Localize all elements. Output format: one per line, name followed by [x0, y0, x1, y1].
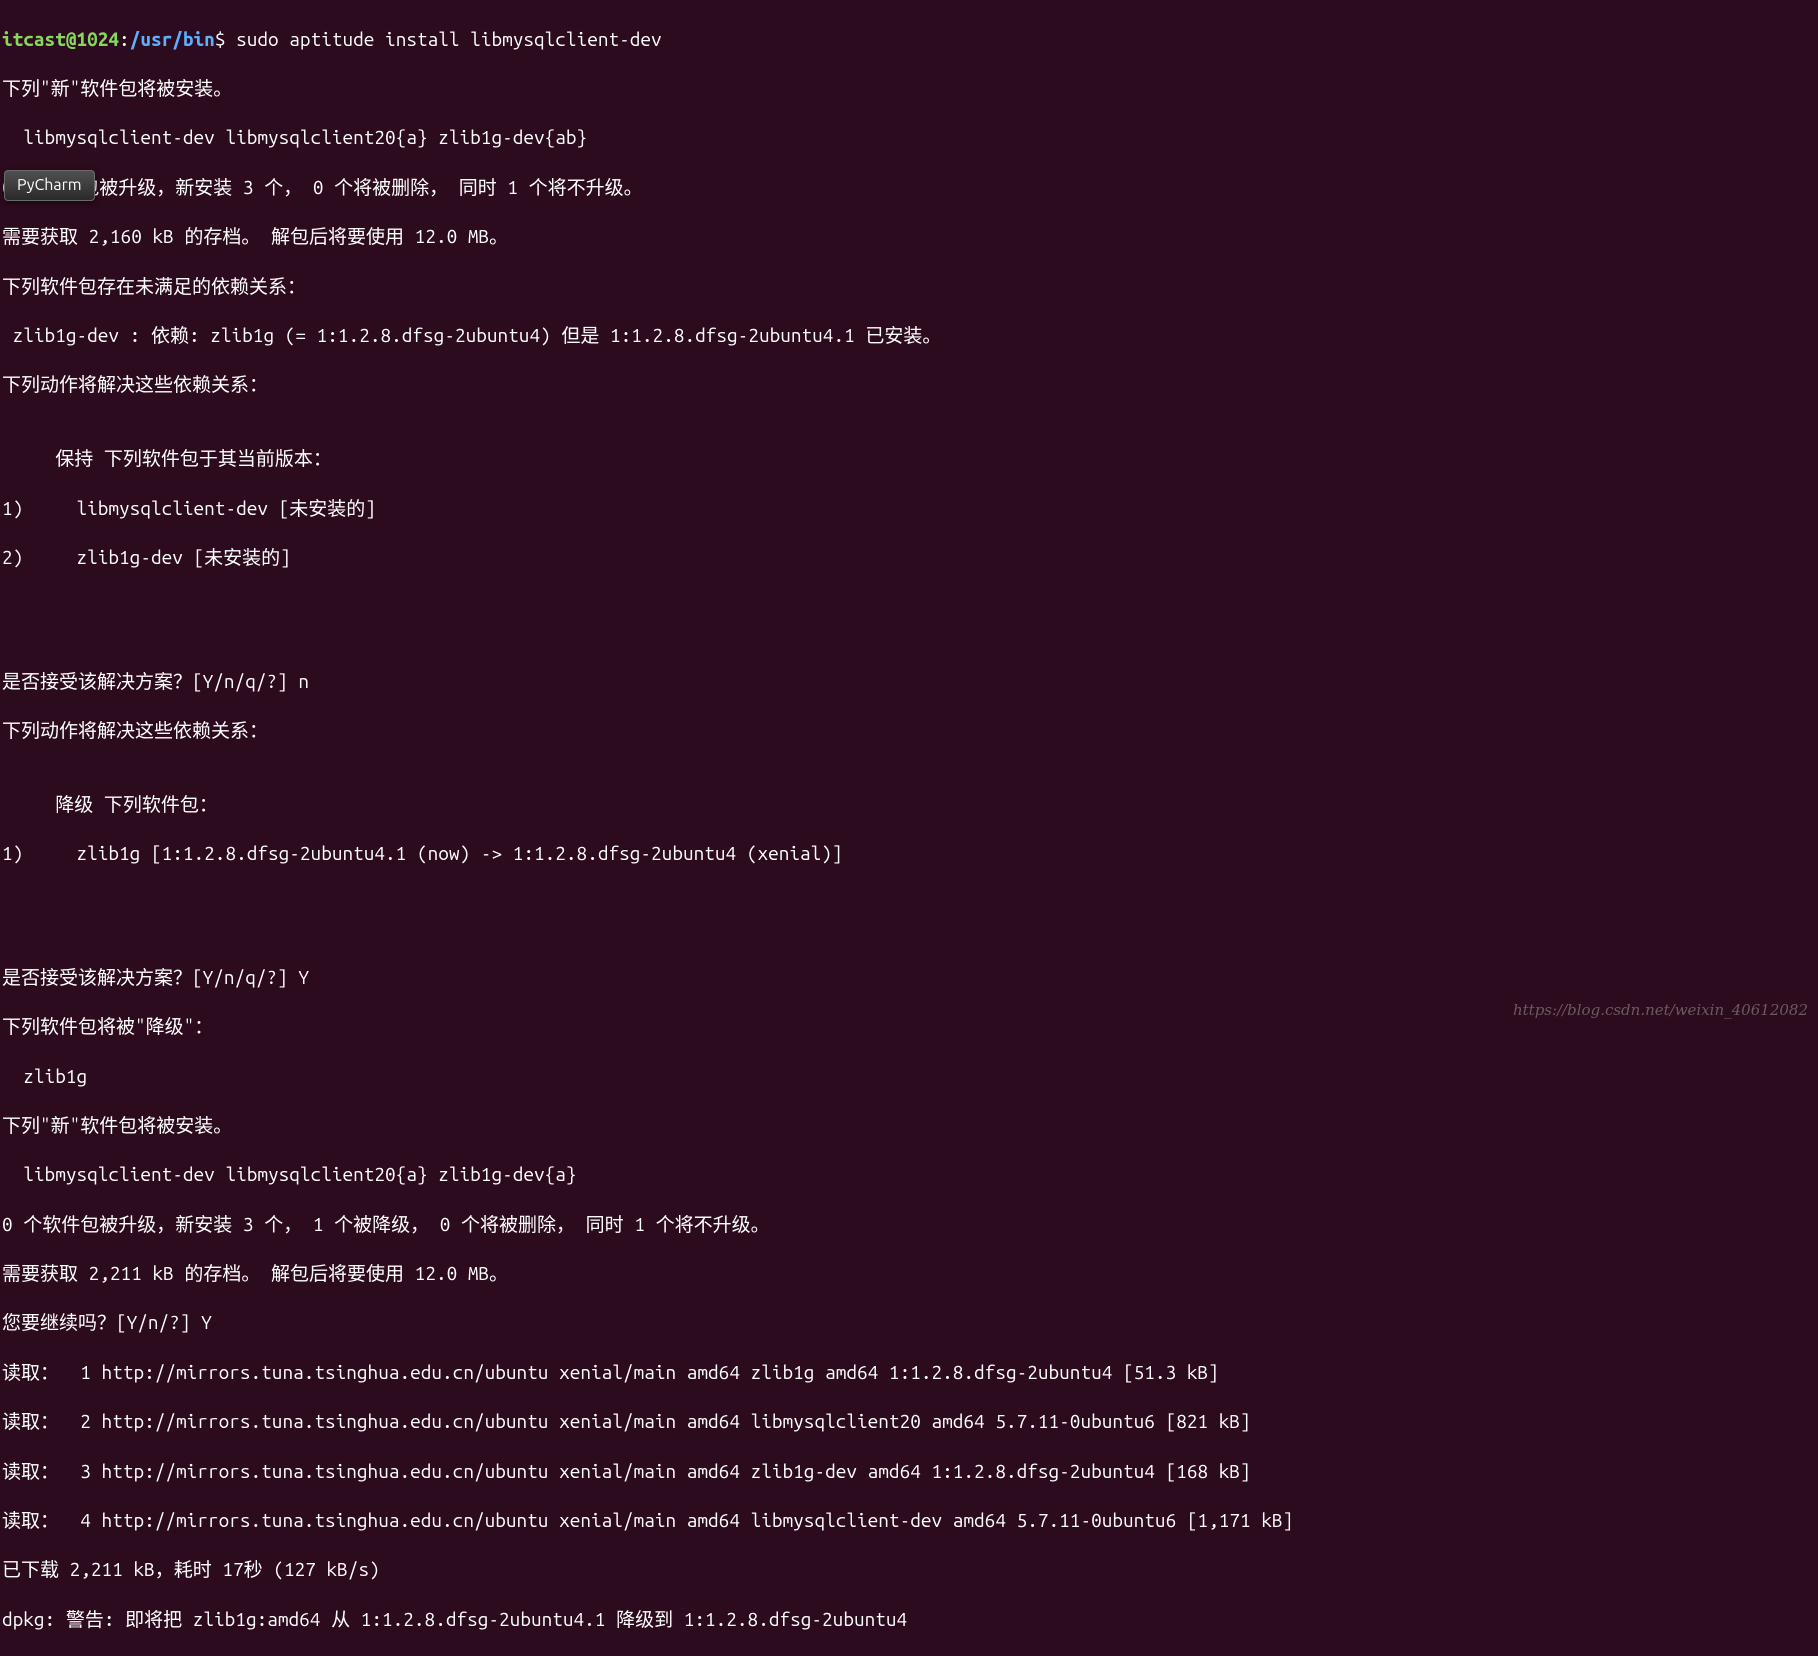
prompt-separator: :: [119, 28, 130, 50]
output-line: 2) zlib1g-dev [未安装的]: [2, 545, 1818, 570]
prompt-dollar: $: [215, 28, 226, 50]
command-input[interactable]: sudo aptitude install libmysqlclient-dev: [225, 28, 661, 50]
terminal-window[interactable]: itcast@1024:/usr/bin$ sudo aptitude inst…: [0, 2, 1818, 1656]
output-line: 需要获取 2,160 kB 的存档。 解包后将要使用 12.0 MB。: [2, 224, 1818, 249]
output-line: zlib1g-dev : 依赖: zlib1g (= 1:1.2.8.dfsg-…: [2, 323, 1818, 348]
output-line: 0 个软件包被升级，新安装 3 个， 1 个被降级， 0 个将被删除， 同时 1…: [2, 1212, 1818, 1237]
output-line: 降级 下列软件包：: [2, 792, 1818, 817]
output-line: 读取： 4 http://mirrors.tuna.tsinghua.edu.c…: [2, 1508, 1818, 1533]
output-line: 下列软件包存在未满足的依赖关系：: [2, 274, 1818, 299]
output-line: 读取： 2 http://mirrors.tuna.tsinghua.edu.c…: [2, 1409, 1818, 1434]
pycharm-tooltip[interactable]: PyCharm: [4, 170, 95, 201]
prompt-user-host: itcast@1024: [2, 28, 119, 50]
tooltip-label: PyCharm: [17, 176, 82, 194]
prompt-path: /usr/bin: [130, 28, 215, 50]
output-line: 0 个软件包被升级，新安装 3 个， 0 个将被删除， 同时 1 个将不升级。: [2, 175, 1818, 200]
prompt-question-line[interactable]: 您要继续吗？[Y/n/?] Y: [2, 1310, 1818, 1335]
output-line: 下列"新"软件包将被安装。: [2, 1113, 1818, 1138]
output-line: 下列动作将解决这些依赖关系：: [2, 372, 1818, 397]
output-line: 需要获取 2,211 kB 的存档。 解包后将要使用 12.0 MB。: [2, 1261, 1818, 1286]
prompt-line: itcast@1024:/usr/bin$ sudo aptitude inst…: [2, 27, 1818, 52]
prompt-question-line[interactable]: 是否接受该解决方案？[Y/n/q/?] n: [2, 669, 1818, 694]
output-line: 下列"新"软件包将被安装。: [2, 76, 1818, 101]
output-line: 已下载 2,211 kB，耗时 17秒 (127 kB/s): [2, 1557, 1818, 1582]
output-line: 读取： 1 http://mirrors.tuna.tsinghua.edu.c…: [2, 1360, 1818, 1385]
output-line: 1) libmysqlclient-dev [未安装的]: [2, 496, 1818, 521]
output-line: zlib1g: [2, 1064, 1818, 1089]
output-line: 保持 下列软件包于其当前版本：: [2, 446, 1818, 471]
output-line: libmysqlclient-dev libmysqlclient20{a} z…: [2, 1162, 1818, 1187]
output-line: 读取： 3 http://mirrors.tuna.tsinghua.edu.c…: [2, 1459, 1818, 1484]
output-line: 下列动作将解决这些依赖关系：: [2, 718, 1818, 743]
watermark: https://blog.csdn.net/weixin_40612082: [1513, 1001, 1808, 1021]
prompt-question-line[interactable]: 是否接受该解决方案？[Y/n/q/?] Y: [2, 965, 1818, 990]
output-line: libmysqlclient-dev libmysqlclient20{a} z…: [2, 125, 1818, 150]
output-line: 1) zlib1g [1:1.2.8.dfsg-2ubuntu4.1 (now)…: [2, 841, 1818, 866]
output-line: dpkg: 警告: 即将把 zlib1g:amd64 从 1:1.2.8.dfs…: [2, 1607, 1818, 1632]
